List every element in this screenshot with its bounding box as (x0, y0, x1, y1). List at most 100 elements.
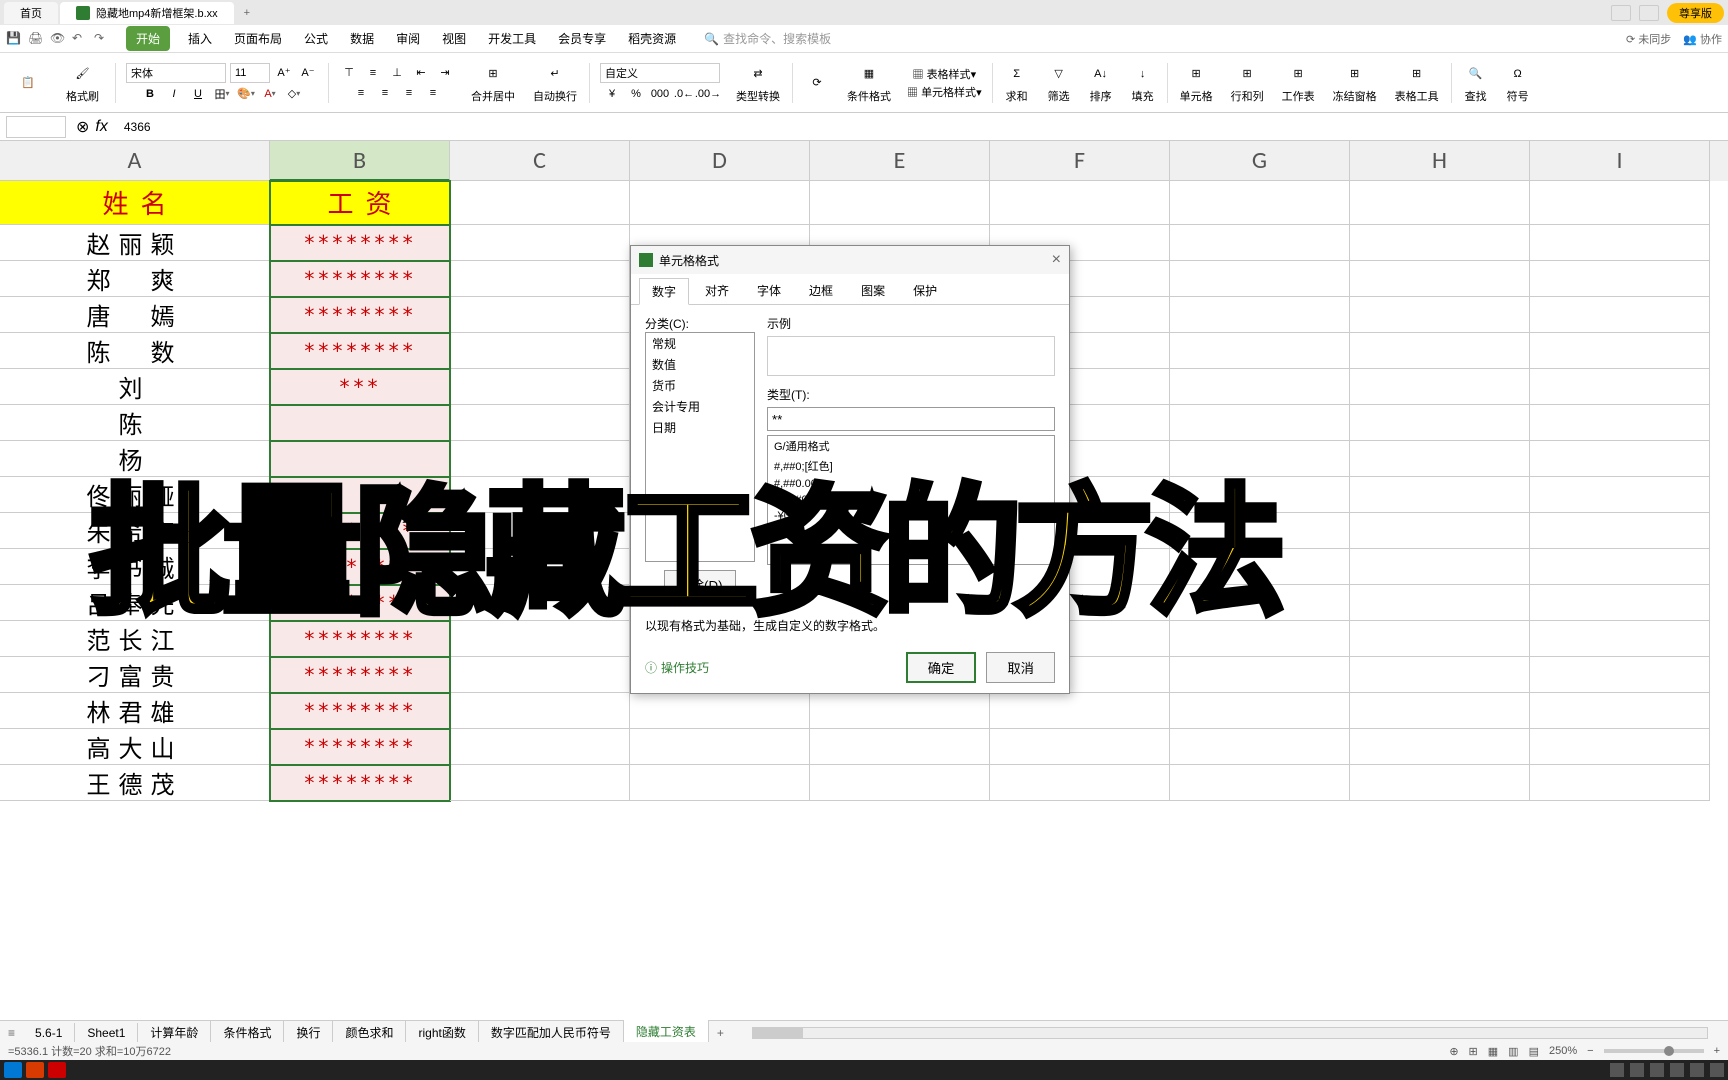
fill-color-button[interactable]: 🎨▾ (236, 85, 256, 103)
percent-icon[interactable]: % (626, 85, 646, 103)
empty-cell[interactable] (1530, 729, 1710, 765)
col-header-i[interactable]: I (1530, 141, 1710, 181)
dialog-tab-align[interactable]: 对齐 (693, 278, 741, 304)
empty-cell[interactable] (1350, 765, 1530, 801)
tab-member[interactable]: 会员专享 (554, 26, 610, 51)
salary-cell[interactable] (270, 405, 450, 441)
tab-page-layout[interactable]: 页面布局 (230, 26, 286, 51)
empty-cell[interactable] (1530, 261, 1710, 297)
freeze-button[interactable]: ⊞冻结窗格 (1327, 60, 1383, 106)
empty-cell[interactable] (450, 181, 630, 225)
col-header-c[interactable]: C (450, 141, 630, 181)
merge-center-button[interactable]: ⊞合并居中 (465, 60, 521, 106)
empty-cell[interactable] (810, 181, 990, 225)
view-icon-1[interactable]: ⊕ (1449, 1045, 1458, 1058)
row-col-button[interactable]: ⊞行和列 (1225, 60, 1270, 106)
align-middle-icon[interactable]: ≡ (363, 64, 383, 82)
empty-cell[interactable] (1530, 369, 1710, 405)
empty-cell[interactable] (810, 729, 990, 765)
cancel-button[interactable]: 取消 (986, 652, 1055, 683)
salary-cell[interactable]: ******** (270, 225, 450, 261)
category-currency[interactable]: 货币 (646, 375, 754, 396)
name-cell[interactable]: 赵丽颖 (0, 225, 270, 261)
salary-cell[interactable]: ******** (270, 729, 450, 765)
refresh-button[interactable]: ⟳ (799, 69, 835, 97)
cancel-formula-icon[interactable]: ⊗ (76, 117, 89, 137)
save-icon[interactable]: 💾 (6, 31, 22, 47)
search-area[interactable]: 🔍 查找命令、搜索模板 (704, 30, 831, 47)
sum-button[interactable]: Σ求和 (999, 60, 1035, 106)
empty-cell[interactable] (1350, 657, 1530, 693)
currency-icon[interactable]: ¥ (602, 85, 622, 103)
empty-cell[interactable] (990, 693, 1170, 729)
increase-font-icon[interactable]: A⁺ (274, 64, 294, 82)
col-header-g[interactable]: G (1170, 141, 1350, 181)
view-icon-2[interactable]: ⊞ (1469, 1045, 1478, 1058)
border-button[interactable]: 田▾ (212, 85, 232, 103)
category-general[interactable]: 常规 (646, 333, 754, 354)
empty-cell[interactable] (450, 261, 630, 297)
align-justify-icon[interactable]: ≡ (423, 84, 443, 102)
view-normal-icon[interactable]: ▦ (1488, 1045, 1498, 1058)
empty-cell[interactable] (450, 333, 630, 369)
empty-cell[interactable] (1170, 181, 1350, 225)
salary-cell[interactable]: ******** (270, 297, 450, 333)
sheet-tab[interactable]: 计算年龄 (138, 1021, 211, 1044)
indent-right-icon[interactable]: ⇥ (435, 64, 455, 82)
empty-cell[interactable] (1530, 225, 1710, 261)
header-name-cell[interactable]: 姓名 (0, 181, 270, 225)
document-tab[interactable]: 隐藏地mp4新增框架.b.xx (60, 2, 234, 24)
tray-icon[interactable] (1710, 1063, 1724, 1077)
window-btn-1[interactable] (1611, 5, 1631, 21)
add-sheet-button[interactable]: + (709, 1026, 732, 1040)
zoom-value[interactable]: 250% (1549, 1045, 1577, 1057)
salary-cell[interactable]: ******** (270, 261, 450, 297)
clear-format-button[interactable]: ◇▾ (284, 85, 304, 103)
salary-cell[interactable]: ******** (270, 657, 450, 693)
indent-left-icon[interactable]: ⇤ (411, 64, 431, 82)
decrease-font-icon[interactable]: A⁻ (298, 64, 318, 82)
col-header-e[interactable]: E (810, 141, 990, 181)
window-btn-2[interactable] (1639, 5, 1659, 21)
align-top-icon[interactable]: ⊤ (339, 64, 359, 82)
empty-cell[interactable] (1530, 621, 1710, 657)
tab-view[interactable]: 视图 (438, 26, 470, 51)
number-format-select[interactable] (600, 63, 720, 83)
empty-cell[interactable] (1350, 225, 1530, 261)
name-cell[interactable]: 刘 (0, 369, 270, 405)
redo-icon[interactable]: ↷ (94, 31, 110, 47)
align-right-icon[interactable]: ≡ (399, 84, 419, 102)
empty-cell[interactable] (450, 693, 630, 729)
empty-cell[interactable] (810, 693, 990, 729)
empty-cell[interactable] (1530, 513, 1710, 549)
name-cell[interactable]: 郑 爽 (0, 261, 270, 297)
tab-developer[interactable]: 开发工具 (484, 26, 540, 51)
sync-status[interactable]: ⟳ 未同步 (1626, 31, 1671, 47)
empty-cell[interactable] (1170, 225, 1350, 261)
dialog-tab-number[interactable]: 数字 (639, 278, 689, 305)
empty-cell[interactable] (630, 693, 810, 729)
empty-cell[interactable] (1170, 765, 1350, 801)
col-header-a[interactable]: A (0, 141, 270, 181)
tab-resources[interactable]: 稻壳资源 (624, 26, 680, 51)
col-header-d[interactable]: D (630, 141, 810, 181)
formula-input[interactable] (118, 116, 1728, 138)
empty-cell[interactable] (450, 405, 630, 441)
empty-cell[interactable] (1530, 181, 1710, 225)
name-cell[interactable]: 刁富贵 (0, 657, 270, 693)
dialog-titlebar[interactable]: 单元格格式 × (631, 246, 1069, 274)
header-salary-cell[interactable]: 工资 (270, 181, 450, 225)
sheet-tab[interactable]: 数字匹配加人民币符号 (479, 1021, 624, 1044)
fx-icon[interactable]: fx (95, 118, 107, 136)
filter-button[interactable]: ▽筛选 (1041, 60, 1077, 106)
empty-cell[interactable] (990, 181, 1170, 225)
empty-cell[interactable] (1170, 333, 1350, 369)
empty-cell[interactable] (990, 729, 1170, 765)
print-icon[interactable]: 🖨 (28, 31, 44, 47)
category-number[interactable]: 数值 (646, 354, 754, 375)
col-header-h[interactable]: H (1350, 141, 1530, 181)
name-box[interactable] (6, 116, 66, 138)
tray-icon[interactable] (1630, 1063, 1644, 1077)
bold-button[interactable]: B (140, 85, 160, 103)
cond-format-button[interactable]: ▦条件格式 (841, 60, 897, 106)
